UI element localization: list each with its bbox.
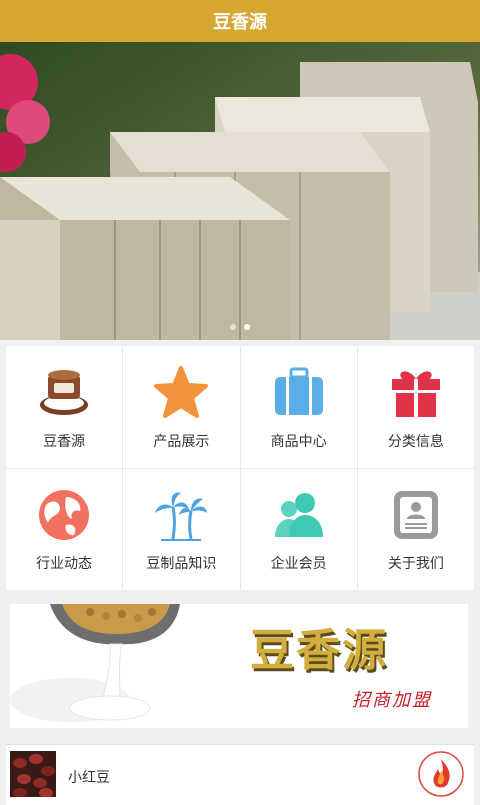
tofu-photo xyxy=(0,42,480,340)
bowl-icon xyxy=(34,363,94,423)
nav-label: 关于我们 xyxy=(387,556,444,573)
flame-logo-icon xyxy=(418,751,464,797)
palm-tree-icon xyxy=(151,485,211,545)
nav-item-categories[interactable]: 分类信息 xyxy=(357,346,474,468)
profile-card-icon xyxy=(386,485,446,545)
nav-label: 行业动态 xyxy=(36,556,93,573)
nav-item-members[interactable]: 企业会员 xyxy=(240,468,357,590)
star-icon xyxy=(151,363,211,423)
carousel-dot[interactable] xyxy=(230,324,236,330)
nav-label: 商品中心 xyxy=(270,433,327,450)
nav-item-goods-center[interactable]: 商品中心 xyxy=(240,346,357,468)
carousel-dots xyxy=(0,324,480,330)
nav-item-about-us[interactable]: 关于我们 xyxy=(357,468,474,590)
nav-label: 分类信息 xyxy=(387,433,444,450)
nav-label: 企业会员 xyxy=(270,556,327,573)
app-title: 豆香源 xyxy=(213,12,267,33)
nav-item-products[interactable]: 产品展示 xyxy=(123,346,240,468)
product-name: 小红豆 xyxy=(68,770,110,786)
nav-item-industry-news[interactable]: 行业动态 xyxy=(6,468,123,590)
nav-grid: 豆香源 产品展示 商品中心 分类信息 行业动态 豆制品知识 企业会员 关于我们 xyxy=(6,346,474,590)
globe-icon xyxy=(34,485,94,545)
promo-brand-text: 豆香源 xyxy=(250,625,388,676)
gift-icon xyxy=(386,363,446,423)
app-header: 豆香源 xyxy=(0,0,480,42)
nav-item-soy-knowledge[interactable]: 豆制品知识 xyxy=(123,468,240,590)
nav-item-douxiangyuan[interactable]: 豆香源 xyxy=(6,346,123,468)
nav-label: 豆香源 xyxy=(43,433,86,450)
promo-slogan: 招商加盟 xyxy=(352,690,432,711)
nav-label: 产品展示 xyxy=(153,433,210,450)
carousel-dot-active[interactable] xyxy=(244,324,250,330)
hero-banner[interactable] xyxy=(0,42,480,340)
users-icon xyxy=(269,485,329,545)
suitcase-icon xyxy=(269,363,329,423)
product-list-item[interactable]: 小红豆 xyxy=(6,744,474,805)
product-thumbnail xyxy=(10,751,56,797)
nav-label: 豆制品知识 xyxy=(146,556,217,573)
franchise-promo-banner[interactable]: 豆香源 招商加盟 xyxy=(10,604,468,728)
